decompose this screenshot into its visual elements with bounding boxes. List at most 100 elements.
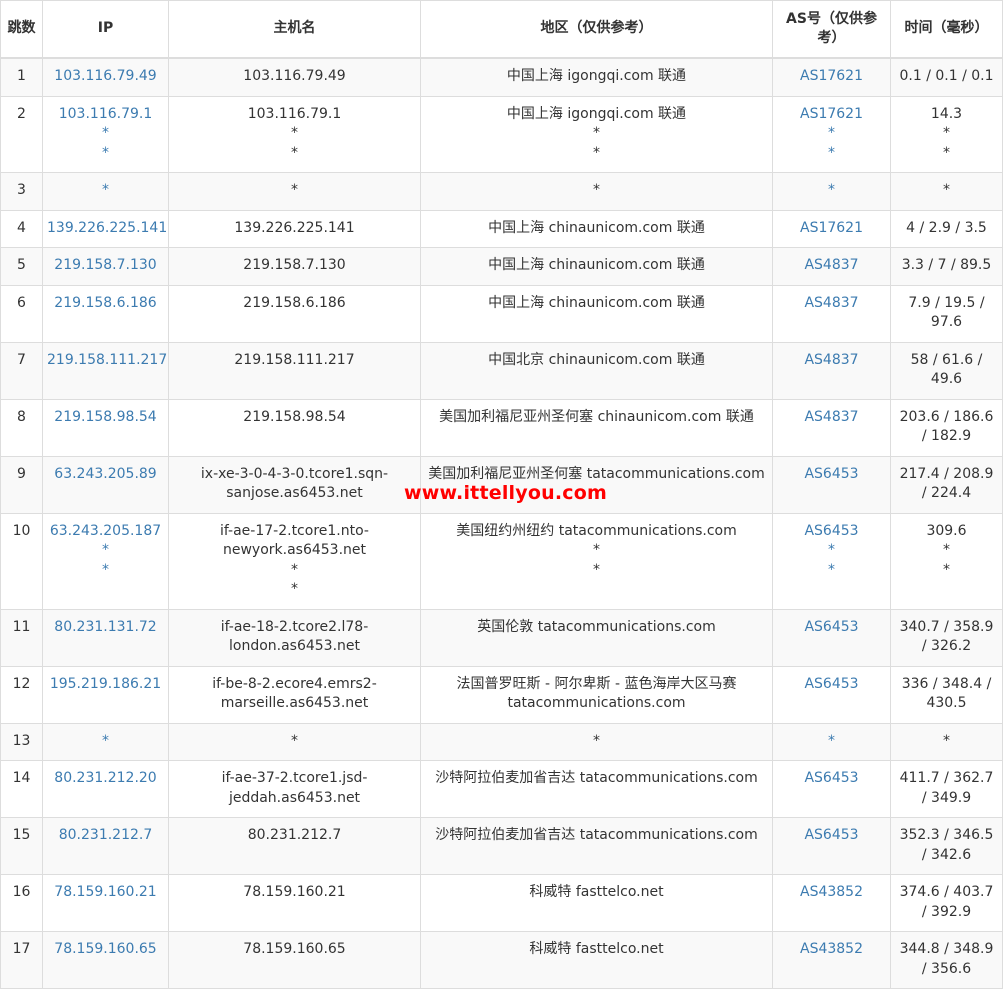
as-line[interactable]: AS4837 xyxy=(777,351,886,371)
ip-line[interactable]: 219.158.7.130 xyxy=(47,256,164,276)
ip-cell: 219.158.6.186 xyxy=(42,284,169,343)
time-line: * xyxy=(943,561,950,578)
as-line[interactable]: AS4837 xyxy=(777,256,886,276)
as-line: * xyxy=(828,144,835,161)
hostname-line: 219.158.6.186 xyxy=(243,294,346,311)
as-line[interactable]: AS6453 xyxy=(777,618,886,638)
ip-line[interactable]: * xyxy=(47,732,164,752)
region-cell: 美国纽约州纽约 tatacommunications.com * * xyxy=(420,512,773,610)
as-line[interactable]: AS6453 xyxy=(777,522,886,542)
ip-line[interactable]: 103.116.79.1 xyxy=(47,105,164,125)
time-line: / 342.6 xyxy=(921,846,972,863)
as-line[interactable]: AS6453 xyxy=(777,675,886,695)
region-cell: 中国上海 chinaunicom.com 联通 xyxy=(420,209,773,248)
time-cell: * xyxy=(890,172,1003,211)
ip-line[interactable]: 103.116.79.49 xyxy=(47,67,164,87)
table-row: 10 63.243.205.187 * * if-ae-17-2.tcore1.nto-… xyxy=(0,512,1003,610)
time-cell: 336 / 348.4 / 430.5 xyxy=(890,665,1003,724)
hostname-line: 103.116.79.49 xyxy=(243,68,346,84)
as-line[interactable]: AS17621 xyxy=(777,67,886,87)
time-line: 203.6 / 186.6 xyxy=(899,408,994,425)
time-cell: 14.3 * * xyxy=(890,95,1003,173)
ip-line[interactable]: 78.159.160.65 xyxy=(47,940,164,960)
ip-line[interactable]: 219.158.111.217 xyxy=(47,351,167,371)
table-body: 1 103.116.79.49 103.116.79.49 中国上海 igongqi.… xyxy=(0,57,1003,989)
time-cell: * xyxy=(890,722,1003,761)
ip-line[interactable]: 219.158.98.54 xyxy=(47,408,164,428)
time-cell: 0.1 / 0.1 / 0.1 xyxy=(890,57,1003,97)
ip-line[interactable]: 80.231.212.20 xyxy=(47,769,164,789)
hostname-line: if-be-8-2.ecore4.emrs2- xyxy=(212,675,377,692)
table-row: 6 219.158.6.186 219.158.6.186 中国上海 chinauni… xyxy=(0,284,1003,343)
table-row: 2 103.116.79.1 * * 103.116.79.1 * * 中国上海 igongq… xyxy=(0,95,1003,173)
hostname-line: jeddah.as6453.net xyxy=(228,789,361,806)
region-line: * xyxy=(593,732,600,749)
as-cell: AS17621 * * xyxy=(772,95,891,173)
hostname-line: * xyxy=(291,732,298,749)
time-line: 7.9 / 19.5 / xyxy=(908,294,985,311)
as-line[interactable]: AS4837 xyxy=(777,294,886,314)
as-line[interactable]: * xyxy=(777,181,886,201)
ip-line[interactable]: 63.243.205.187 xyxy=(47,522,164,542)
ip-line[interactable]: * xyxy=(47,181,164,201)
time-cell: 7.9 / 19.5 / 97.6 xyxy=(890,284,1003,343)
region-line: * xyxy=(593,561,600,578)
ip-line[interactable]: 195.219.186.21 xyxy=(47,675,164,695)
region-cell: 中国上海 chinaunicom.com 联通 xyxy=(420,284,773,343)
as-line[interactable]: AS43852 xyxy=(777,883,886,903)
ip-line[interactable]: 80.231.212.7 xyxy=(47,826,164,846)
time-line: 217.4 / 208.9 xyxy=(899,465,994,482)
region-line: 中国北京 chinaunicom.com 联通 xyxy=(488,351,705,368)
region-cell: * xyxy=(420,722,773,761)
as-line[interactable]: AS6453 xyxy=(777,826,886,846)
as-cell: AS17621 xyxy=(772,209,891,248)
time-line: 340.7 / 358.9 xyxy=(899,618,994,635)
ip-line[interactable]: 219.158.6.186 xyxy=(47,294,164,314)
region-cell: 沙特阿拉伯麦加省吉达 tatacommunications.com xyxy=(420,817,773,875)
hop-cell: 11 xyxy=(0,608,43,667)
time-line: * xyxy=(943,144,950,161)
time-line: 336 / 348.4 / xyxy=(901,675,992,692)
ip-cell: 80.231.212.7 xyxy=(42,817,169,875)
hostname-cell: if-ae-37-2.tcore1.jsd-jeddah.as6453.net xyxy=(168,760,421,818)
ip-line[interactable]: 139.226.225.141 xyxy=(47,219,167,239)
region-cell: 中国上海 igongqi.com 联通 * * xyxy=(420,95,773,173)
time-line: 430.5 xyxy=(926,695,967,711)
as-cell: AS43852 xyxy=(772,931,891,989)
hostname-line: marseille.as6453.net xyxy=(220,695,369,711)
hostname-line: * xyxy=(291,581,298,597)
region-cell: 美国加利福尼亚州圣何塞 chinaunicom.com 联通 xyxy=(420,398,773,457)
region-line: 英国伦敦 tatacommunications.com xyxy=(477,618,716,635)
time-line: 3.3 / 7 / 89.5 xyxy=(901,257,992,273)
region-line: 科威特 fasttelco.net xyxy=(529,941,664,957)
as-line[interactable]: AS4837 xyxy=(777,408,886,428)
ip-cell: 80.231.212.20 xyxy=(42,760,169,818)
as-line[interactable]: AS6453 xyxy=(777,465,886,485)
as-line[interactable]: AS6453 xyxy=(777,769,886,789)
hostname-line: * xyxy=(291,144,298,161)
table-row: 13 * * * * * xyxy=(0,722,1003,761)
ip-line[interactable]: 80.231.131.72 xyxy=(47,618,164,638)
table-row: 11 80.231.131.72 if-ae-18-2.tcore2.l78- lon… xyxy=(0,608,1003,667)
hostname-cell: 219.158.111.217 xyxy=(168,341,421,400)
ip-cell: 63.243.205.89 xyxy=(42,455,169,514)
as-line[interactable]: AS17621 xyxy=(777,219,886,239)
as-line[interactable]: AS43852 xyxy=(777,940,886,960)
time-line: * xyxy=(943,542,950,558)
hostname-line: if-ae-17-2.tcore1.nto- xyxy=(220,522,369,539)
time-line: 14.3 xyxy=(930,105,963,122)
ip-line[interactable]: 63.243.205.89 xyxy=(47,465,164,485)
as-cell: AS6453 xyxy=(772,817,891,875)
region-cell: 科威特 fasttelco.net xyxy=(420,931,773,989)
as-line[interactable]: AS17621 xyxy=(777,105,886,125)
watermark: www.ittellyou.com xyxy=(404,482,607,504)
ip-cell: * xyxy=(42,172,169,211)
table-row: 14 80.231.212.20 if-ae-37-2.tcore1.jsd-jed… xyxy=(0,760,1003,818)
hostname-line: if-ae-37-2.tcore1.jsd- xyxy=(221,770,368,786)
ip-line[interactable]: 78.159.160.21 xyxy=(47,883,164,903)
region-line: 科威特 fasttelco.net xyxy=(529,884,664,900)
region-line: 中国上海 chinaunicom.com 联通 xyxy=(488,257,705,273)
time-line: * xyxy=(943,732,950,749)
ip-cell: 219.158.111.217 xyxy=(42,341,169,400)
as-line[interactable]: * xyxy=(777,732,886,752)
